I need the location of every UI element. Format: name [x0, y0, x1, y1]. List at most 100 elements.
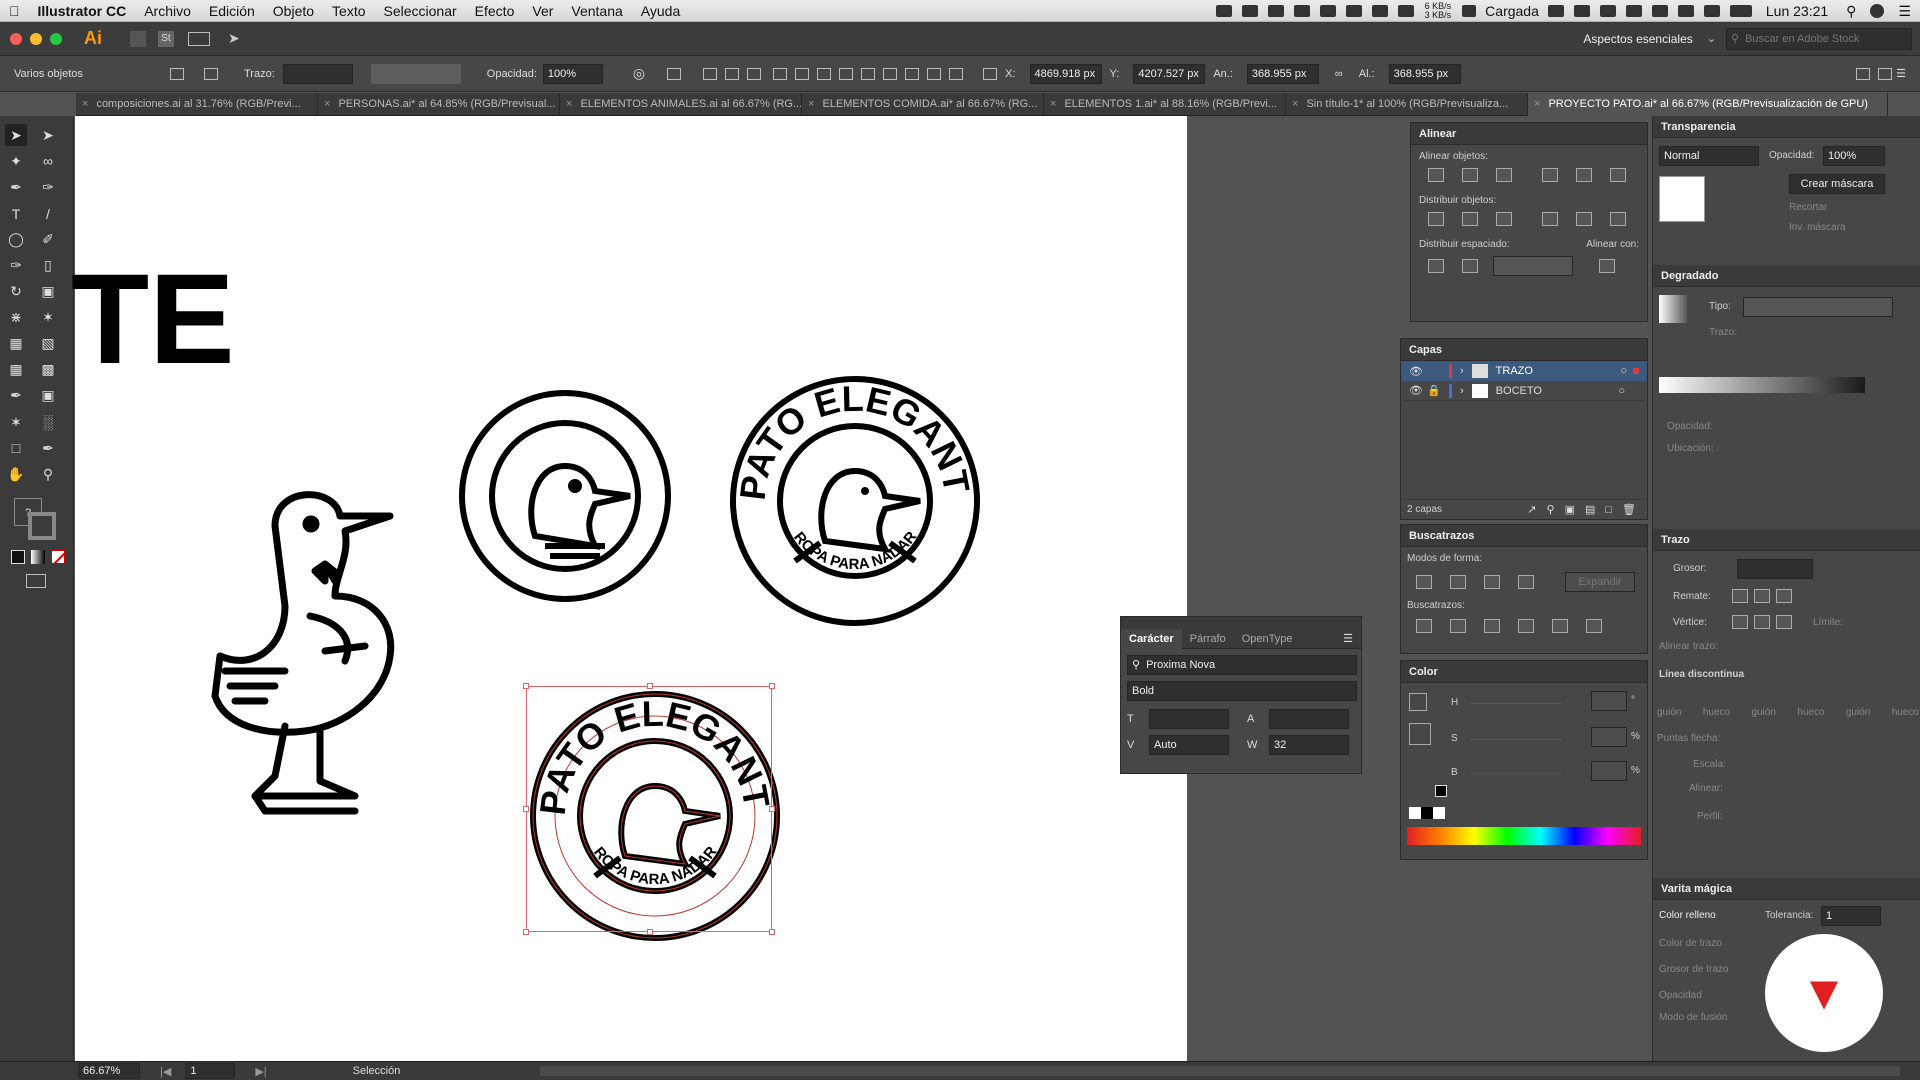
y-position-field[interactable]: 4207.527 px: [1133, 63, 1206, 84]
trim-icon[interactable]: [1450, 619, 1466, 633]
menu-texto[interactable]: Texto: [323, 0, 374, 22]
projecting-cap-icon[interactable]: [1776, 589, 1792, 603]
target-icon[interactable]: ○: [1618, 385, 1625, 397]
new-layer-icon[interactable]: □: [1605, 504, 1612, 516]
align-to-selection-icon[interactable]: [1599, 259, 1615, 273]
type-tool-icon[interactable]: T: [5, 203, 27, 225]
close-icon[interactable]: ×: [566, 98, 572, 110]
document-tab[interactable]: × ELEMENTOS ANIMALES.ai al 66.67% (RG...: [560, 92, 802, 116]
close-window-button[interactable]: [10, 32, 22, 45]
artboard[interactable]: TE PATO ELEGANTE ROPA PARA NADAR: [71, 116, 1187, 1061]
fill-color-checkbox[interactable]: Color relleno: [1659, 910, 1716, 921]
selection-bounding-box[interactable]: [526, 686, 772, 932]
close-icon[interactable]: ×: [324, 98, 330, 110]
blend-mode-dropdown[interactable]: Normal: [1659, 146, 1759, 166]
stock-search-input[interactable]: ⚲ Buscar en Adobe Stock: [1726, 27, 1912, 50]
wifi-icon[interactable]: [1651, 4, 1668, 17]
crop-icon[interactable]: [1518, 619, 1534, 633]
width-tool-icon[interactable]: ⋇: [5, 307, 27, 329]
status-icon[interactable]: [1371, 4, 1388, 17]
first-artboard-icon[interactable]: |◀: [160, 1065, 171, 1078]
distribute-icon[interactable]: [949, 67, 964, 80]
document-tab[interactable]: × ELEMENTOS COMIDA.ai* al 66.67% (RG...: [802, 92, 1044, 116]
recolor-icon[interactable]: ◎: [633, 65, 645, 82]
pasteboard[interactable]: [1187, 116, 1397, 1061]
symbol-sprayer-tool-icon[interactable]: ✶: [5, 411, 27, 433]
zoom-field[interactable]: 66.67%: [78, 1063, 140, 1079]
distribute-vspace-icon[interactable]: [1428, 259, 1444, 273]
resize-handle[interactable]: [523, 683, 529, 689]
distribute-top-icon[interactable]: [1428, 212, 1444, 226]
lock-icon[interactable]: 🔒: [1427, 384, 1441, 397]
unite-icon[interactable]: [1416, 575, 1432, 589]
menu-efecto[interactable]: Efecto: [466, 0, 524, 22]
gradient-preview[interactable]: [1659, 295, 1687, 323]
align-left-icon[interactable]: [1428, 168, 1444, 182]
trash-icon[interactable]: 🗑: [1622, 503, 1636, 516]
shape-builder-tool-icon[interactable]: ▦: [5, 333, 27, 355]
clock[interactable]: Lun 23:21: [1757, 0, 1837, 22]
line-tool-icon[interactable]: /: [37, 203, 59, 225]
close-icon[interactable]: ×: [1050, 98, 1056, 110]
stroke-weight-field[interactable]: [1737, 559, 1813, 579]
color-panel-title[interactable]: Color: [1401, 661, 1647, 683]
bevel-join-icon[interactable]: [1776, 615, 1792, 629]
zoom-tool-icon[interactable]: ⚲: [37, 464, 59, 486]
resize-handle[interactable]: [769, 929, 775, 935]
stroke-swatch-icon[interactable]: [1409, 723, 1431, 745]
status-icon[interactable]: [1573, 4, 1590, 17]
layer-name[interactable]: TRAZO: [1496, 365, 1533, 377]
scale-tool-icon[interactable]: ▣: [37, 281, 59, 303]
stroke-color-checkbox[interactable]: Color de trazo: [1659, 938, 1722, 949]
tab-opentype[interactable]: OpenType: [1234, 633, 1301, 645]
screen-mode-icon[interactable]: [26, 573, 46, 588]
transparency-opacity-field[interactable]: 100%: [1823, 146, 1885, 166]
artboard-number-field[interactable]: 1: [185, 1063, 236, 1079]
gradient-type-dropdown[interactable]: [1743, 297, 1893, 317]
menu-edicion[interactable]: Edición: [200, 0, 264, 22]
artboard-tool-icon[interactable]: □: [5, 437, 27, 459]
status-icon[interactable]: [1397, 4, 1414, 17]
battery-icon[interactable]: [1729, 4, 1752, 17]
color-spectrum-bar[interactable]: [1407, 827, 1641, 845]
font-size-field[interactable]: [1149, 709, 1229, 729]
minus-front-icon[interactable]: [1450, 575, 1466, 589]
dashed-line-checkbox[interactable]: Línea discontinua: [1659, 669, 1744, 680]
gradient-panel-title[interactable]: Degradado: [1653, 265, 1920, 287]
transparency-panel-title[interactable]: Transparencia: [1653, 116, 1920, 138]
blend-mode-checkbox[interactable]: Modo de fusión: [1659, 1012, 1727, 1023]
export-icon[interactable]: ↗: [1527, 503, 1536, 516]
stroke-panel-title[interactable]: Trazo: [1653, 529, 1920, 551]
menu-objeto[interactable]: Objeto: [264, 0, 323, 22]
target-icon[interactable]: ○: [1620, 365, 1627, 377]
eyedropper-tool-icon[interactable]: ✒: [5, 385, 27, 407]
magic-wand-tool-icon[interactable]: ✦: [5, 151, 27, 173]
expand-button[interactable]: Expandir: [1565, 572, 1635, 592]
mesh-tool-icon[interactable]: ▦: [5, 359, 27, 381]
resize-handle[interactable]: [523, 806, 529, 812]
eraser-tool-icon[interactable]: ▯: [37, 255, 59, 277]
gradient-tool-icon[interactable]: ▩: [37, 359, 59, 381]
menu-ver[interactable]: Ver: [523, 0, 562, 22]
resize-handle[interactable]: [647, 929, 653, 935]
clip-mask-icon[interactable]: ▣: [1565, 503, 1575, 516]
distribute-icon[interactable]: [883, 67, 898, 80]
round-cap-icon[interactable]: [1754, 589, 1770, 603]
close-icon[interactable]: ×: [808, 98, 814, 110]
distribute-icon[interactable]: [927, 67, 942, 80]
status-icon[interactable]: [1599, 4, 1616, 17]
status-icon[interactable]: [1293, 4, 1310, 17]
outline-icon[interactable]: [1552, 619, 1568, 633]
layer-name[interactable]: BOCETO: [1496, 385, 1542, 397]
transform-icon[interactable]: [1856, 67, 1871, 80]
zoom-window-button[interactable]: [50, 32, 62, 45]
layer-row[interactable]: 👁 › TRAZO ○: [1401, 361, 1647, 381]
tolerance-field[interactable]: 1: [1821, 906, 1881, 926]
layers-panel-title[interactable]: Capas: [1401, 339, 1647, 361]
document-tab[interactable]: × Sin título-1* al 100% (RGB/Previsualiza…: [1286, 92, 1528, 116]
clip-checkbox[interactable]: Recortar: [1789, 202, 1827, 213]
puppet-warp-tool-icon[interactable]: ✶: [37, 307, 59, 329]
volume-icon[interactable]: [1703, 4, 1720, 17]
status-icon[interactable]: [1215, 4, 1232, 17]
rotate-tool-icon[interactable]: ↻: [5, 281, 27, 303]
